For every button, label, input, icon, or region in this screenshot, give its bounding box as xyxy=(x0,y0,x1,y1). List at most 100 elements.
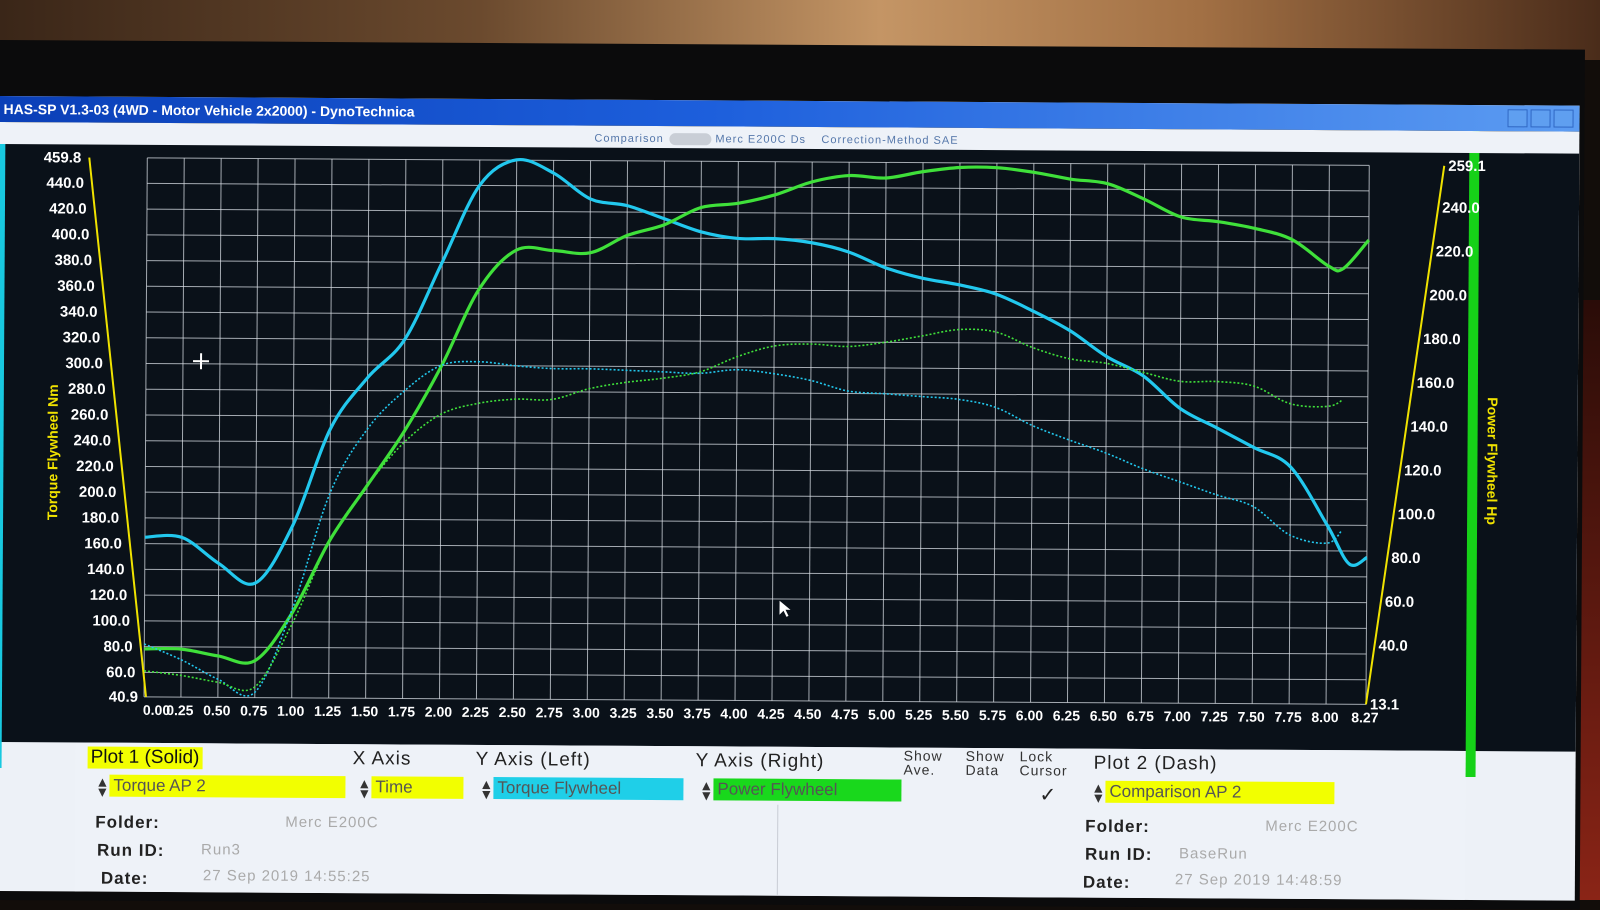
y-left-tick-label: 340.0 xyxy=(60,304,98,321)
y-left-tick-label: 420.0 xyxy=(49,201,87,218)
y-right-select[interactable]: Power Flywheel xyxy=(713,778,901,801)
grid-line-vertical xyxy=(957,163,960,702)
x-tick-label: 4.00 xyxy=(720,705,748,721)
y-left-tick-label: 160.0 xyxy=(84,535,122,552)
close-button[interactable] xyxy=(1553,109,1573,127)
right-date-value: 27 Sep 2019 14:48:59 xyxy=(1175,871,1343,889)
x-tick-label: 1.75 xyxy=(388,703,416,719)
redacted-name xyxy=(669,133,711,145)
left-runid-label: Run ID: xyxy=(97,841,165,861)
plot1-spinner[interactable]: ▲▼ xyxy=(95,777,109,797)
show-ave-label-2: Ave. xyxy=(904,762,936,778)
plot2-select[interactable]: Comparison AP 2 xyxy=(1105,781,1334,804)
y-right-tick-label: 13.1 xyxy=(1370,696,1399,713)
grid-line-vertical xyxy=(1178,164,1181,703)
chart-area[interactable]: Comparison Merc E200C Ds Correction-Meth… xyxy=(0,122,1579,752)
y-left-select[interactable]: Torque Flywheel xyxy=(493,777,683,800)
grid-line-vertical xyxy=(1067,164,1070,703)
left-folder-label: Folder: xyxy=(95,813,160,833)
lock-cursor-checkbox[interactable]: ✓ xyxy=(1039,782,1056,807)
grid-line-vertical xyxy=(920,163,923,702)
y-right-label: Y Axis (Right) xyxy=(696,750,825,773)
y-right-ticks: 259.1240.0220.0200.0180.0160.0140.0120.0… xyxy=(1370,157,1486,714)
x-tick-label: 5.50 xyxy=(942,707,970,723)
x-tick-label: 6.25 xyxy=(1053,707,1081,723)
x-tick-label: 4.50 xyxy=(794,706,822,722)
x-tick-label: 7.50 xyxy=(1237,709,1265,725)
y-right-axis-title: Power Flywheel Hp xyxy=(1484,397,1501,525)
dyno-chart[interactable]: Comparison Merc E200C Ds Correction-Meth… xyxy=(0,122,1579,752)
grid-line-horizontal xyxy=(146,364,1368,371)
plot2-label: Plot 2 (Dash) xyxy=(1094,753,1218,776)
grid-line-horizontal xyxy=(147,158,1369,165)
x-tick-label: 4.75 xyxy=(831,706,859,722)
lock-cursor-label-2: Cursor xyxy=(1020,762,1068,778)
y-left-tick-label: 100.0 xyxy=(92,613,130,630)
control-panel: Plot 1 (Solid) X Axis Y Axis (Left) Y Ax… xyxy=(75,742,1466,899)
grid-line-vertical xyxy=(1215,164,1218,703)
grid-line-horizontal xyxy=(147,261,1369,268)
grid-line-vertical xyxy=(883,162,886,701)
left-date-value: 27 Sep 2019 14:55:25 xyxy=(203,867,371,885)
window-controls xyxy=(1507,109,1573,127)
x-axis-spinner[interactable]: ▲▼ xyxy=(357,778,371,798)
x-tick-label: 2.00 xyxy=(425,704,453,720)
y-left-tick-label: 280.0 xyxy=(68,381,106,398)
grid-line-vertical xyxy=(550,160,553,699)
plot2-spinner[interactable]: ▲▼ xyxy=(1091,783,1105,803)
grid-line-vertical xyxy=(1031,163,1034,702)
grid-line-vertical xyxy=(513,160,516,699)
x-tick-label: 4.25 xyxy=(757,706,785,722)
left-folder-value: Merc E200C xyxy=(285,814,378,832)
minimize-button[interactable] xyxy=(1507,109,1527,127)
plot1-label: Plot 1 (Solid) xyxy=(88,747,203,770)
grid-line-horizontal xyxy=(145,595,1367,602)
grid-line-vertical xyxy=(218,158,221,697)
correction-label: Correction-Method SAE xyxy=(821,134,958,147)
panel-divider xyxy=(777,805,779,895)
right-folder-label: Folder: xyxy=(1085,817,1150,837)
x-axis-label: X Axis xyxy=(353,748,412,770)
y-right-spinner[interactable]: ▲▼ xyxy=(699,780,713,800)
series-layer xyxy=(144,157,1369,703)
x-tick-label: 2.50 xyxy=(499,704,527,720)
y-right-tick-label: 100.0 xyxy=(1398,506,1436,523)
grid-line-vertical xyxy=(994,163,997,702)
grid-line-vertical xyxy=(624,161,627,700)
x-tick-label: 0.75 xyxy=(240,702,268,718)
grid-line-vertical xyxy=(144,158,147,697)
y-right-tick-label: 60.0 xyxy=(1385,594,1414,611)
y-right-tick-label: 120.0 xyxy=(1404,462,1442,479)
window-title: HAS-SP V1.3-03 (4WD - Motor Vehicle 2x20… xyxy=(4,101,415,120)
y-right-tick-label: 259.1 xyxy=(1448,158,1486,175)
series-line-torque-ap-2 xyxy=(145,157,1370,591)
y-right-tick-label: 40.0 xyxy=(1378,637,1407,654)
grid-line-horizontal xyxy=(146,389,1368,396)
x-tick-label: 3.00 xyxy=(573,705,601,721)
x-axis-ticks: 0.000.250.500.751.001.251.501.752.002.25… xyxy=(143,702,1379,726)
y-left-tick-label: 400.0 xyxy=(52,226,90,243)
x-tick-label: 5.00 xyxy=(868,706,896,722)
x-tick-label: 8.00 xyxy=(1311,709,1339,725)
x-axis-select[interactable]: Time xyxy=(371,776,463,799)
y-left-tick-label: 180.0 xyxy=(82,510,120,527)
y-left-tick-label: 60.0 xyxy=(106,664,135,681)
grid-line-horizontal xyxy=(144,672,1366,679)
right-folder-value: Merc E200C xyxy=(1265,818,1358,836)
y-left-tick-label: 380.0 xyxy=(54,252,92,269)
y-right-tick-label: 180.0 xyxy=(1423,331,1461,348)
grid-line-horizontal xyxy=(146,286,1368,293)
left-date-label: Date: xyxy=(101,869,149,889)
grid-line-vertical xyxy=(255,159,258,698)
y-left-label: Y Axis (Left) xyxy=(476,749,591,772)
x-tick-label: 0.25 xyxy=(166,702,194,718)
grid-line-horizontal xyxy=(145,466,1367,473)
y-left-spinner[interactable]: ▲▼ xyxy=(479,779,493,799)
y-right-tick-label: 140.0 xyxy=(1410,419,1448,436)
plot1-select[interactable]: Torque AP 2 xyxy=(109,775,345,798)
maximize-button[interactable] xyxy=(1530,109,1550,127)
y-left-tick-label: 40.9 xyxy=(109,689,138,706)
show-data-label-2: Data xyxy=(966,762,1000,778)
grid-line-vertical xyxy=(735,162,738,701)
x-tick-label: 1.25 xyxy=(314,703,342,719)
